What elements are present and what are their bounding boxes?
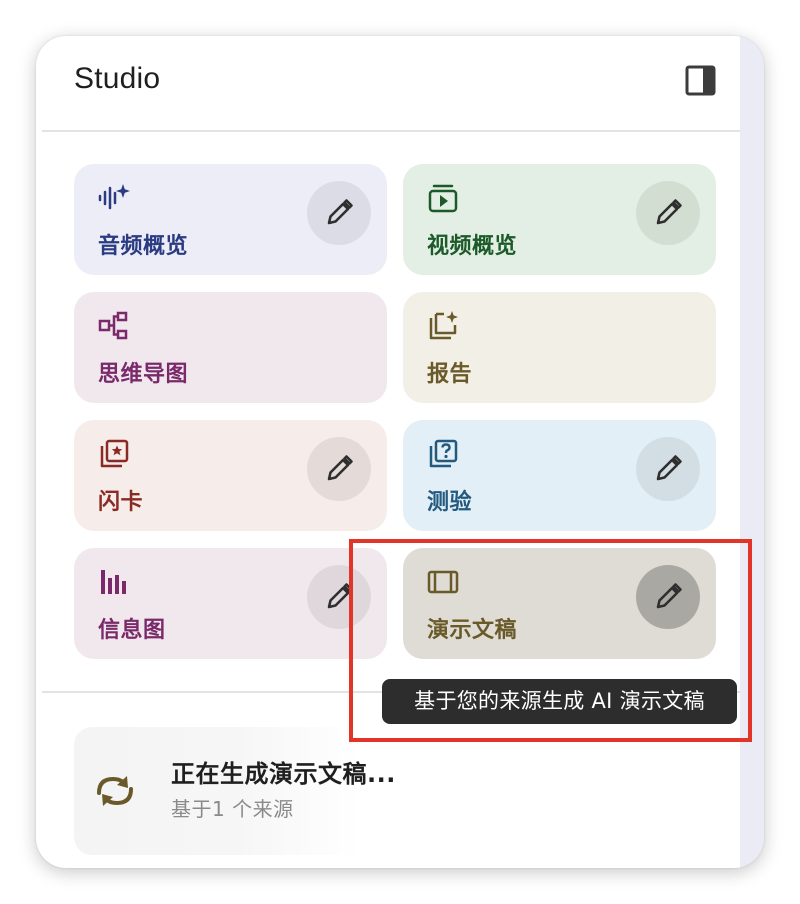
pencil-icon xyxy=(324,198,354,228)
tile-flashcards[interactable]: 闪卡 xyxy=(74,420,387,531)
tile-label: 测验 xyxy=(427,490,473,515)
edit-button[interactable] xyxy=(307,181,371,245)
tile-quiz[interactable]: 测验 xyxy=(403,420,716,531)
video-icon xyxy=(427,182,459,214)
tile-report[interactable]: 报告 xyxy=(403,292,716,403)
tile-infographic[interactable]: 信息图 xyxy=(74,548,387,659)
tile-video-overview[interactable]: 视频概览 xyxy=(403,164,716,275)
audio-sparkle-icon xyxy=(98,182,130,214)
tile-label: 闪卡 xyxy=(98,490,144,515)
edit-button[interactable] xyxy=(307,437,371,501)
tile-label: 视频概览 xyxy=(427,234,518,259)
highlight-box xyxy=(349,539,752,742)
generating-subtitle: 基于1 个来源 xyxy=(171,797,294,821)
pencil-icon xyxy=(653,198,683,228)
tile-label: 报告 xyxy=(427,362,473,387)
tile-audio-overview[interactable]: 音频概览 xyxy=(74,164,387,275)
tile-label: 音频概览 xyxy=(98,234,189,259)
report-sparkle-icon xyxy=(427,310,459,342)
generating-title: 正在生成演示文稿... xyxy=(171,760,396,788)
header-divider xyxy=(42,130,740,132)
side-panel-icon[interactable] xyxy=(684,64,718,98)
tile-mind-map[interactable]: 思维导图 xyxy=(74,292,387,403)
flashcard-icon xyxy=(98,438,130,470)
sync-icon xyxy=(91,771,139,815)
tile-label: 信息图 xyxy=(98,618,166,643)
pencil-icon xyxy=(653,454,683,484)
quiz-icon xyxy=(427,438,459,470)
pencil-icon xyxy=(324,454,354,484)
infographic-icon xyxy=(98,566,130,598)
tile-label: 思维导图 xyxy=(98,362,189,387)
edit-button[interactable] xyxy=(636,181,700,245)
generating-item[interactable]: 正在生成演示文稿... 基于1 个来源 xyxy=(74,727,714,855)
edit-button[interactable] xyxy=(636,437,700,501)
mind-map-icon xyxy=(98,310,130,342)
panel-title: Studio xyxy=(74,62,161,95)
